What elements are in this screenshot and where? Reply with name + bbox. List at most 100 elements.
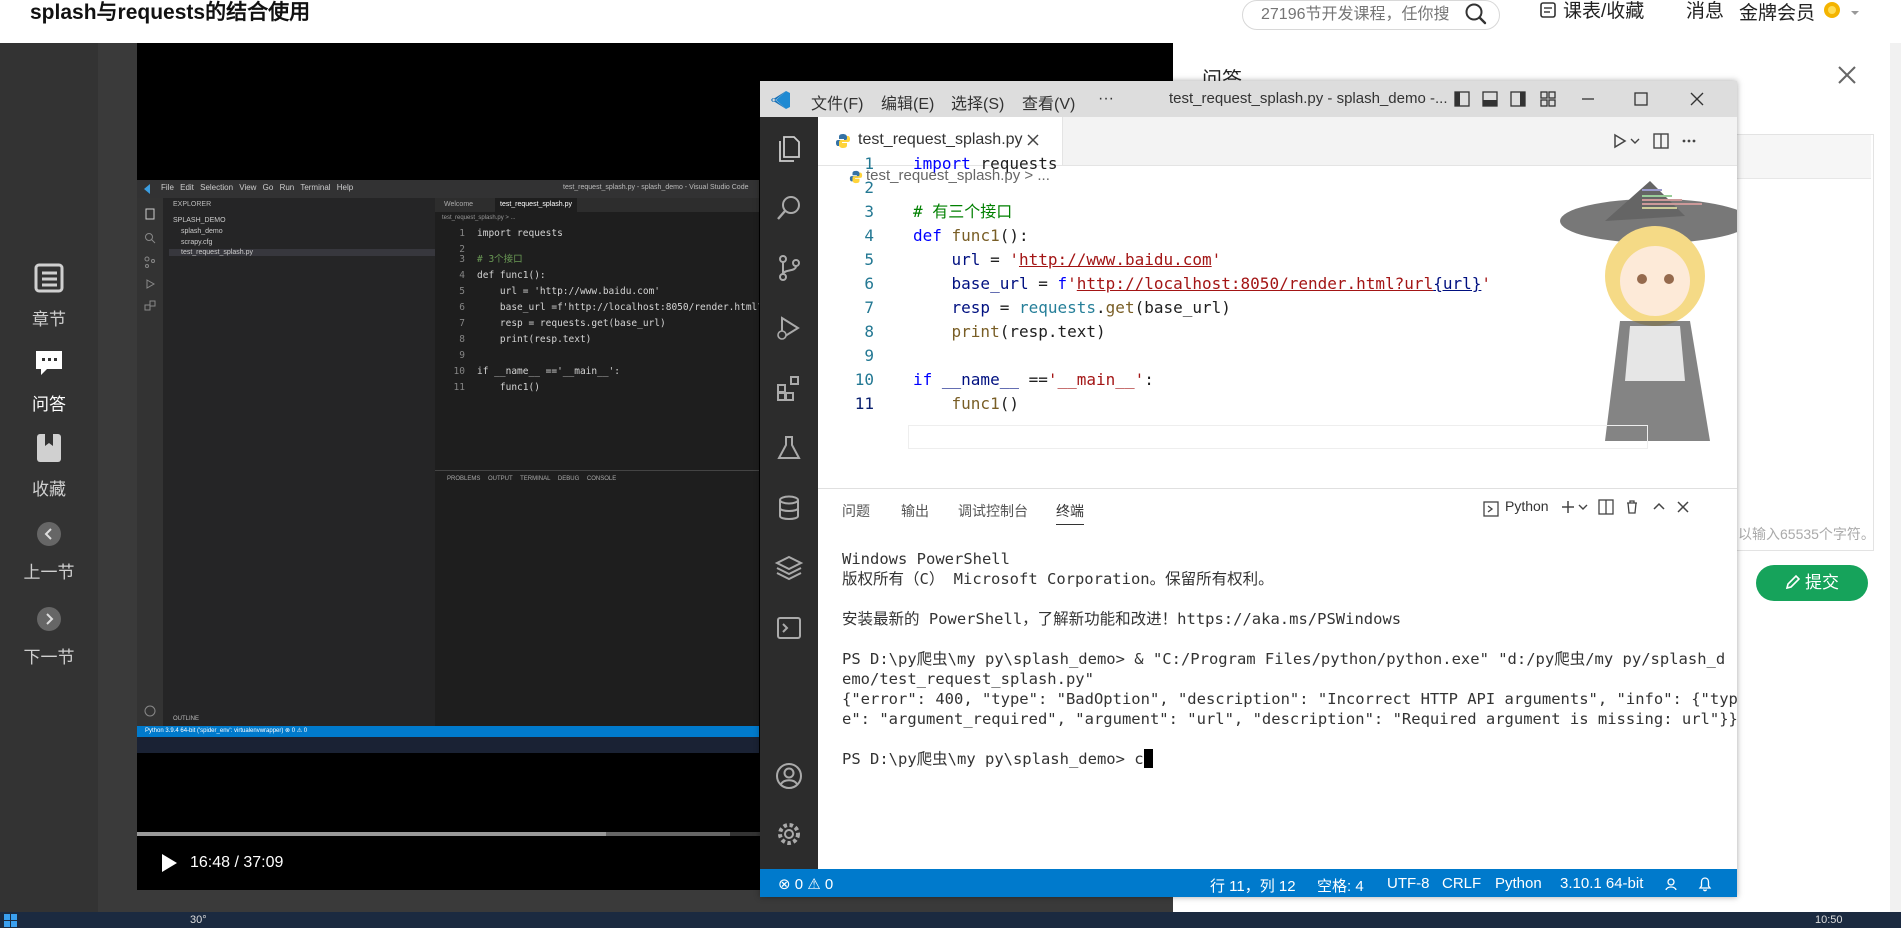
mini-tree-item-selected: test_request_splash.py	[169, 249, 443, 256]
tab-output[interactable]: 输出	[901, 501, 929, 521]
schedule-favorites-link[interactable]: 课表/收藏	[1539, 0, 1644, 24]
code-line-5: 5 url = 'http://www.baidu.com'	[864, 250, 1222, 269]
run-debug-icon[interactable]	[774, 313, 804, 343]
split-editor-icon[interactable]	[1653, 133, 1669, 149]
close-panel-icon[interactable]	[1676, 500, 1690, 514]
source-control-icon[interactable]	[774, 253, 804, 283]
qa-textarea[interactable]	[1735, 134, 1874, 551]
extensions-icon[interactable]	[774, 373, 804, 403]
video-progress-fill	[137, 832, 607, 836]
terminal-prompt-line[interactable]: PS D:\py爬虫\my py\splash_demo> c	[842, 749, 1153, 769]
new-terminal-icon[interactable]	[1560, 499, 1576, 515]
menu-edit[interactable]: 编辑(E)	[881, 90, 934, 114]
mini-search-icon	[145, 233, 156, 244]
run-file-icon[interactable]	[1612, 133, 1628, 149]
nav-bookmark[interactable]: 收藏	[0, 432, 98, 500]
toggle-panel-icon[interactable]	[1482, 91, 1498, 107]
maximize-icon[interactable]	[1631, 89, 1651, 109]
chevron-down-icon[interactable]	[1578, 503, 1588, 511]
chevron-up-icon[interactable]	[1652, 500, 1666, 514]
bell-icon[interactable]	[1697, 876, 1713, 892]
site-search-box[interactable]	[1242, 0, 1500, 30]
nav-chapters-label: 章节	[32, 310, 66, 329]
schedule-label: 课表/收藏	[1563, 1, 1645, 22]
nav-prev-lesson[interactable]: 上一节	[0, 521, 98, 583]
video-progress-buffer	[595, 832, 730, 836]
mini-tree-item: splash_demo	[181, 228, 223, 235]
code-line-2: 2	[864, 178, 874, 197]
mini-activity-bar	[137, 198, 163, 743]
submit-button[interactable]: 提交	[1756, 565, 1868, 601]
code-line-4: 4 def func1():	[864, 226, 1029, 245]
layers-icon[interactable]	[774, 553, 804, 583]
chevron-down-icon	[1851, 11, 1860, 15]
mini-explorer-title: EXPLORER	[173, 201, 212, 208]
status-cursor-position[interactable]: 行 11，列 12	[1210, 875, 1296, 896]
nav-next-lesson[interactable]: 下一节	[0, 606, 98, 668]
account-icon[interactable]	[774, 761, 804, 791]
menu-more[interactable]: ···	[1098, 90, 1114, 108]
terminal-icon[interactable]	[774, 613, 804, 643]
split-terminal-icon[interactable]	[1598, 499, 1614, 515]
gear-icon[interactable]	[774, 819, 804, 849]
mini-code-line: 11 func1()	[453, 382, 540, 393]
tab-problems[interactable]: 问题	[842, 501, 870, 521]
menu-view[interactable]: 查看(V)	[1022, 90, 1075, 114]
customize-layout-icon[interactable]	[1540, 91, 1556, 107]
more-actions-icon[interactable]	[1681, 133, 1697, 149]
search-icon[interactable]	[774, 193, 804, 223]
nav-qa[interactable]: 问答	[0, 347, 98, 415]
mini-code-line: 1 import requests	[459, 228, 563, 239]
status-indentation[interactable]: 空格: 4	[1317, 875, 1364, 896]
search-icon[interactable]	[1463, 2, 1489, 26]
terminal-shell-icon	[1483, 501, 1499, 517]
chevron-down-icon[interactable]	[1630, 137, 1640, 145]
status-problems[interactable]: ⊗ 0 ⚠ 0	[778, 875, 833, 893]
tab-close-icon[interactable]	[1026, 133, 1040, 147]
mini-outline: OUTLINE	[173, 716, 200, 722]
status-language[interactable]: Python	[1495, 875, 1542, 892]
minimap[interactable]	[1640, 187, 1730, 227]
mini-run-icon	[146, 279, 156, 289]
messages-link[interactable]: 消息	[1686, 0, 1724, 24]
window-close-icon[interactable]	[1687, 89, 1707, 109]
vscode-logo-icon	[771, 91, 790, 109]
close-icon[interactable]	[1836, 64, 1858, 86]
status-interpreter[interactable]: 3.10.1 64-bit	[1560, 875, 1643, 892]
status-encoding[interactable]: UTF-8	[1387, 875, 1430, 892]
menu-selection[interactable]: 选择(S)	[951, 90, 1004, 114]
tab-debug-console[interactable]: 调试控制台	[958, 501, 1028, 521]
status-eol[interactable]: CRLF	[1442, 875, 1481, 892]
trash-icon[interactable]	[1624, 499, 1640, 515]
mini-taskbar	[137, 737, 759, 753]
submit-label: 提交	[1805, 573, 1839, 592]
nav-qa-label: 问答	[32, 395, 66, 414]
toggle-sidebar-icon[interactable]	[1454, 91, 1470, 107]
site-search-input[interactable]	[1259, 3, 1453, 27]
page-scrollbar[interactable]	[1890, 43, 1901, 912]
tab-terminal[interactable]: 终端	[1056, 501, 1084, 525]
database-icon[interactable]	[774, 493, 804, 523]
nav-chapters[interactable]: 章节	[0, 262, 98, 330]
explorer-icon[interactable]	[774, 133, 804, 163]
mini-code-line: 10 if __name__ =='__main__':	[453, 366, 620, 377]
course-title: splash与requests的结合使用	[30, 1, 311, 24]
vip-member-link[interactable]: 金牌会员	[1739, 0, 1860, 26]
code-line-8: 8 print(resp.text)	[864, 322, 1106, 341]
mini-panel	[435, 470, 759, 744]
mini-code-line: 6 base_url =f'http://localhost:8050/rend…	[459, 302, 759, 313]
vip-badge-icon	[1824, 2, 1841, 18]
menu-file[interactable]: 文件(F)	[811, 90, 863, 114]
windows-start-icon[interactable]	[4, 914, 18, 928]
minimize-icon[interactable]	[1578, 89, 1598, 109]
toggle-secondary-sidebar-icon[interactable]	[1510, 91, 1526, 107]
schedule-icon	[1540, 2, 1556, 18]
feedback-icon[interactable]	[1665, 876, 1681, 892]
terminal-line: e": "argument_required", "argument": "ur…	[842, 710, 1737, 728]
play-icon[interactable]	[158, 852, 180, 874]
testing-flask-icon[interactable]	[774, 433, 804, 463]
code-line-3: 3 # 有三个接口	[864, 202, 1013, 221]
mini-breadcrumb: test_request_splash.py > ...	[442, 215, 516, 221]
code-line-9: 9	[864, 346, 874, 365]
terminal-profile-label[interactable]: Python	[1505, 498, 1549, 514]
